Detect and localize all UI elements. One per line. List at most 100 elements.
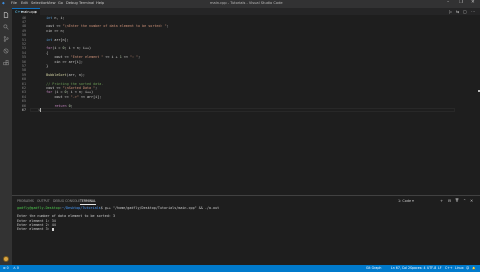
tab-terminal[interactable]: TERMINAL [80, 199, 96, 205]
code-token: "->" [70, 94, 79, 99]
code-token: n, i; [52, 15, 65, 20]
eol-setting[interactable]: LF [438, 266, 442, 270]
encoding-setting[interactable]: UTF-8 [427, 266, 436, 270]
errors-indicator[interactable]: ⊗ 0 [3, 266, 9, 270]
code-line[interactable]: cout << "->" << arr[i]; [38, 95, 101, 99]
notifications-bell-icon[interactable]: 🔔 [472, 266, 475, 270]
cursor-position[interactable]: Ln 67, Col 2 [391, 266, 410, 270]
terminal-cursor [52, 227, 54, 231]
code-line[interactable]: cin >> n; [38, 28, 65, 33]
code-token: cin >> arr[i]; [38, 59, 83, 64]
files-icon[interactable] [3, 12, 9, 18]
more-actions-icon[interactable]: ⋯ [471, 9, 475, 14]
debug-icon[interactable] [3, 48, 9, 54]
kill-terminal-icon[interactable]: 🗑 [455, 198, 459, 202]
bottom-panel: PROBLEMS OUTPUT DEBUG CONSOLE TERMINAL 1… [12, 195, 480, 266]
editor-tab-bar: C++ main.cpp × ▷ ⇆ ▢ ⋯ [12, 8, 480, 15]
window-title: main.cpp - Tutorials - Visual Studio Cod… [210, 1, 283, 5]
code-token: "Enter element " [70, 55, 104, 60]
tab-close-icon[interactable]: × [34, 10, 37, 14]
code-line[interactable]: } [38, 64, 48, 68]
terminal-line: Enter element 3: [17, 227, 52, 231]
code-token: cout << [38, 94, 71, 99]
split-editor-icon[interactable]: ▢ [463, 9, 467, 14]
code-token: { [38, 50, 49, 55]
menu-view[interactable]: View [47, 1, 56, 5]
code-token: ; i < n; i++) [64, 46, 92, 51]
os-indicator: Linux [455, 266, 464, 271]
extensions-icon[interactable] [3, 60, 9, 66]
open-changes-icon[interactable]: ⇆ [456, 9, 459, 14]
tab-main-cpp[interactable]: C++ main.cpp × [12, 8, 40, 15]
line-number: 67 [21, 107, 26, 112]
terminal-selector-value: 1: Code [398, 198, 412, 203]
menu-edit[interactable]: Edit [21, 1, 28, 5]
code-line[interactable]: int arr[n]; [38, 37, 69, 42]
code-token: return [54, 103, 67, 108]
code-token: (i = [52, 90, 65, 95]
language-mode[interactable]: C++ [445, 266, 453, 270]
menu-go[interactable]: Go [58, 1, 63, 5]
title-bar: ◆ File Edit Selection View Go Debug Term… [0, 0, 480, 8]
close-panel-icon[interactable]: ✕ [470, 198, 473, 203]
code-token: "\nEnter the number of data element to b… [62, 24, 167, 29]
maximize-button[interactable]: ❐ [459, 0, 463, 5]
code-line[interactable]: BubbleSort(arr, n); [38, 73, 85, 77]
vscode-logo-icon: ◆ [2, 1, 5, 5]
terminal-selector[interactable]: 1: Code ▾ [398, 199, 414, 203]
code-token: cout << [38, 55, 71, 60]
code-token: ; [70, 103, 73, 108]
search-icon[interactable] [3, 24, 9, 30]
maximize-panel-icon[interactable]: ⌃ [463, 198, 466, 203]
menu-help[interactable]: Help [96, 1, 104, 5]
tab-problems[interactable]: PROBLEMS [17, 199, 34, 203]
tab-debug-console[interactable]: DEBUG CONSOLE [53, 199, 80, 203]
git-graph-button[interactable]: Git Graph [366, 266, 381, 270]
code-token: ; i < n; i++) [66, 90, 94, 95]
code-token: ": " [129, 55, 139, 60]
terminal-text: ~/Desktop/Tutorials [61, 206, 101, 210]
indentation-setting[interactable]: Spaces: 4 [410, 266, 426, 270]
split-terminal-icon[interactable]: ⊟ [448, 198, 451, 203]
code-token: "\nSorted Data " [62, 85, 96, 90]
terminal-text: Enter element 3: [17, 227, 52, 231]
terminal-line: gadfly@gadfly-Desktop:~/Desktop/Tutorial… [17, 206, 219, 210]
menu-terminal[interactable]: Terminal [79, 1, 94, 5]
run-code-icon[interactable]: ▷ [449, 9, 452, 14]
menu-selection[interactable]: Selection [31, 1, 48, 5]
code-token: arr[n]; [52, 37, 69, 42]
feedback-icon[interactable]: ☺ [466, 266, 469, 270]
code-token: cout << [38, 85, 63, 90]
menu-file[interactable]: File [11, 1, 17, 5]
chevron-down-icon: ▾ [412, 198, 414, 203]
code-token: } [38, 63, 49, 68]
new-terminal-icon[interactable]: + [440, 198, 443, 203]
warnings-indicator[interactable]: ⚠ 0 [13, 266, 19, 270]
minimize-button[interactable]: – [447, 0, 449, 5]
account-avatar-icon[interactable] [3, 256, 9, 262]
current-line-highlight [30, 107, 455, 113]
code-token: BubbleSort [46, 72, 67, 77]
close-window-button[interactable]: ✕ [471, 0, 475, 5]
source-control-icon[interactable] [3, 36, 9, 42]
code-editor[interactable]: 46 47 48 49 50 51 52 53 54 55 56 57 58 59 60 61 62 63 64 65… [12, 15, 480, 190]
code-token: << i + [103, 55, 120, 60]
activity-bar [0, 8, 12, 265]
menu-debug[interactable]: Debug [66, 1, 78, 5]
code-token: cin >> n; [38, 28, 65, 33]
code-token: cout << [38, 24, 63, 29]
terminal-text: gadfly@gadfly-Desktop [17, 206, 60, 210]
code-token: (arr, n); [66, 72, 85, 77]
code-token: (i = [52, 46, 63, 51]
code-line[interactable]: int n, i; [38, 15, 65, 20]
tab-output[interactable]: OUTPUT [37, 199, 50, 203]
code-token: << arr[i]; [78, 94, 102, 99]
code-token: ; [166, 24, 169, 29]
